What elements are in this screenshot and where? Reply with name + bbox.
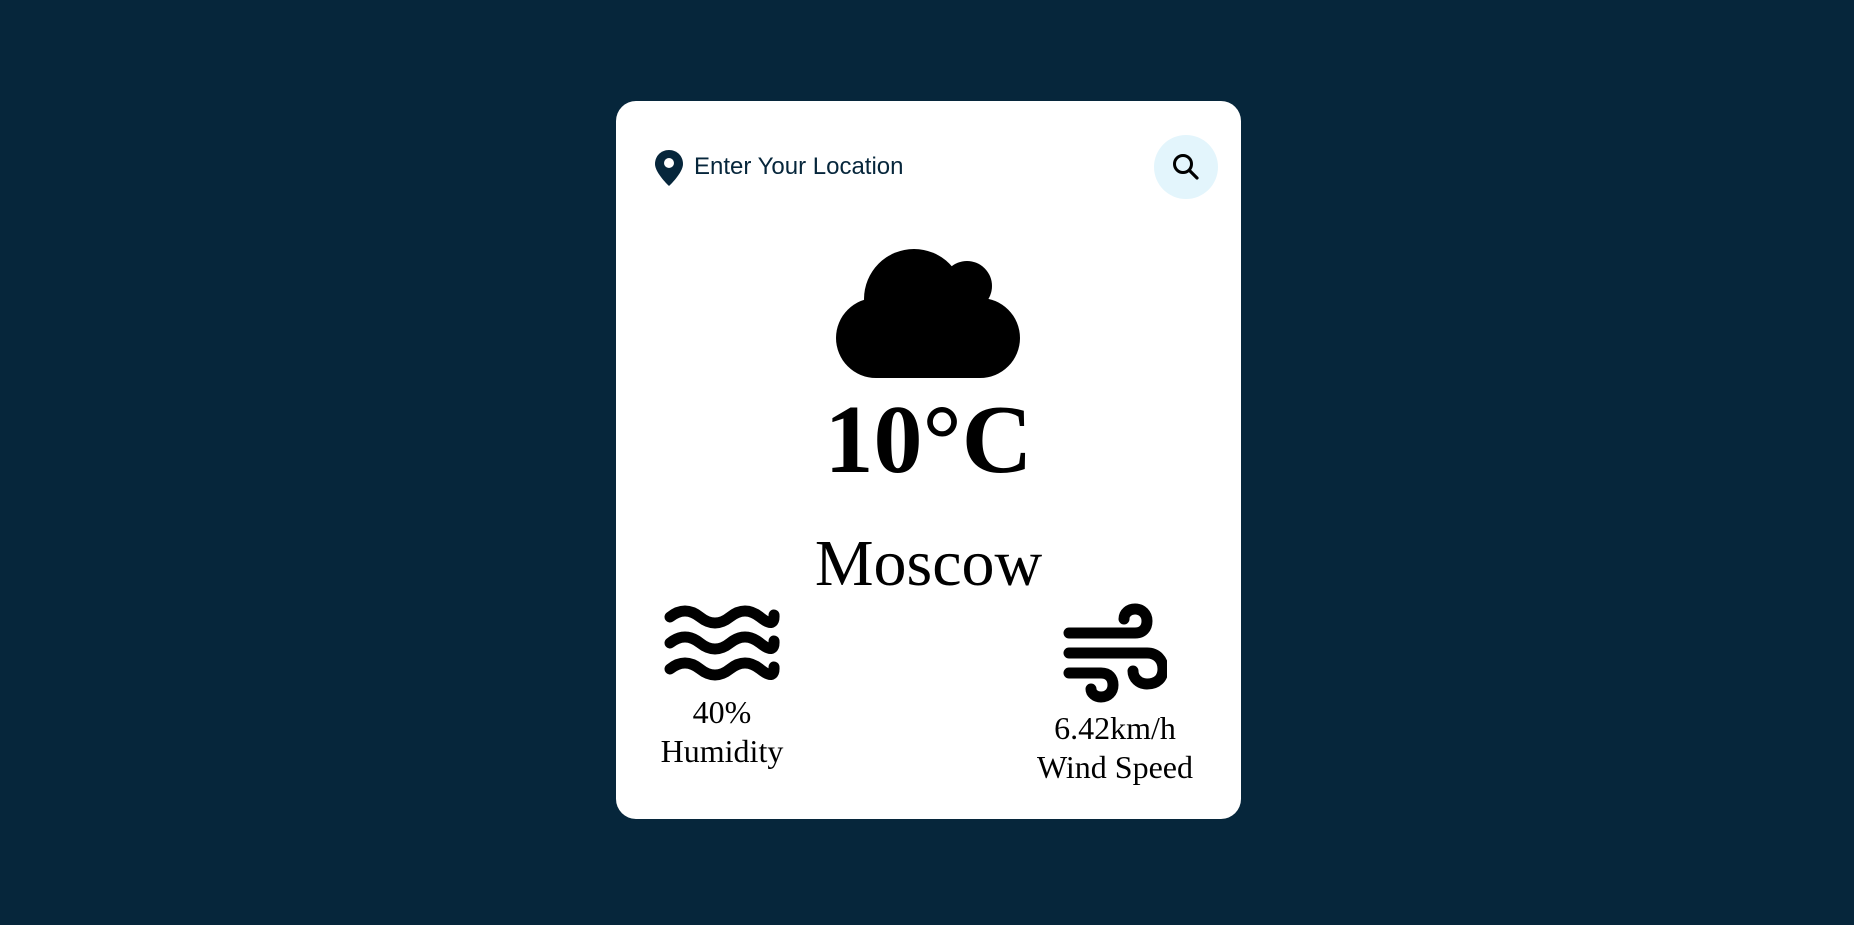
wind-stat: 6.42km/h Wind Speed — [1015, 603, 1215, 787]
city-name: Moscow — [814, 527, 1043, 600]
cloud-icon — [836, 249, 1020, 378]
humidity-value: 40% — [692, 694, 752, 730]
water-waves-icon — [664, 605, 780, 681]
weather-card: 10°C Moscow 40% Humidity 6.42km/h Wind S… — [616, 101, 1241, 819]
search-button[interactable] — [1154, 135, 1218, 199]
search-bar — [654, 135, 1218, 199]
search-icon — [1173, 154, 1199, 180]
location-input[interactable] — [688, 149, 1100, 185]
location-pin-icon — [655, 150, 683, 186]
wind-speed-value: 6.42km/h — [1054, 710, 1176, 746]
wind-icon — [1063, 603, 1167, 703]
wind-speed-label: Wind Speed — [1036, 749, 1193, 785]
humidity-stat: 40% Humidity — [622, 603, 822, 771]
humidity-label: Humidity — [660, 733, 784, 769]
temperature: 10°C — [824, 386, 1033, 494]
